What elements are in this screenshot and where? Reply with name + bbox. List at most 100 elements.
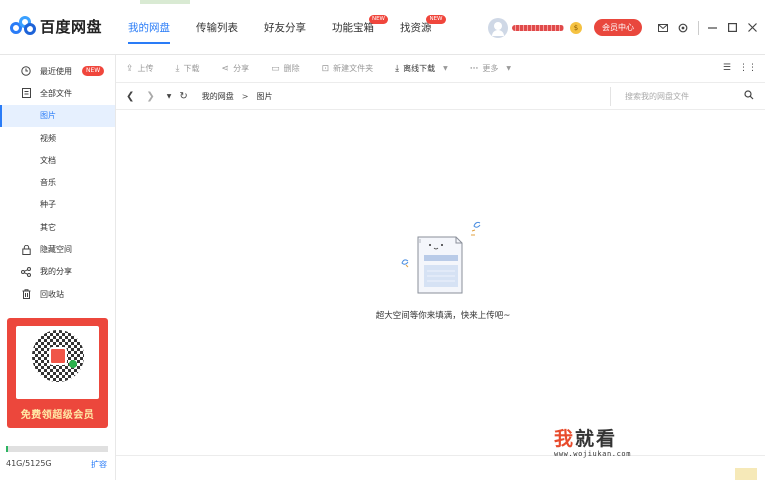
tab-toolbox[interactable]: 功能宝箱 NEW (332, 0, 388, 55)
search-box (610, 87, 758, 106)
more-button[interactable]: ··· 更多 ▼ (470, 63, 511, 74)
maximize-icon[interactable] (725, 21, 739, 35)
username-redacted[interactable] (512, 24, 564, 31)
new-folder-icon: ⊡ (321, 63, 330, 74)
lock-icon (21, 244, 31, 255)
vip-promo-banner[interactable]: 免费领超级会员 (7, 318, 108, 428)
watermark-accent: 我 (554, 428, 576, 450)
user-area: $ 会员中心 (488, 0, 765, 55)
sidebar-item-hidden-space[interactable]: 隐藏空间 (0, 238, 115, 260)
trash-icon (21, 289, 31, 300)
button-label: 更多 (482, 64, 499, 73)
sidebar-item-label: 图片 (40, 111, 56, 121)
tab-transfer-list[interactable]: 传输列表 (196, 0, 238, 55)
forward-button[interactable]: ❯ (146, 91, 154, 102)
new-badge: NEW (426, 15, 446, 24)
watermark-rest: 就看 (575, 428, 618, 450)
grid-view-icon[interactable]: ⋮⋮ (739, 63, 757, 73)
sidebar-item-my-shares[interactable]: 我的分享 (0, 261, 115, 283)
sidebar-item-label: 视频 (40, 133, 56, 143)
history-dropdown-icon[interactable]: ▼ (167, 93, 172, 100)
watermark-url: www.wojiukan.com (554, 450, 632, 458)
new-badge: NEW (82, 66, 105, 77)
breadcrumb-separator: > (241, 91, 249, 101)
button-label: 上传 (137, 64, 154, 73)
sidebar-item-label: 文档 (40, 155, 56, 165)
avatar[interactable] (488, 17, 508, 38)
corner-mark (735, 468, 757, 480)
button-label: 新建文件夹 (333, 64, 374, 73)
new-badge: NEW (368, 15, 388, 24)
sidebar-item-label: 其它 (40, 222, 56, 232)
button-label: 下载 (183, 64, 200, 73)
sidebar-item-recycle-bin[interactable]: 回收站 (0, 283, 115, 305)
expand-storage-link[interactable]: 扩容 (91, 459, 107, 470)
tab-label: 传输列表 (196, 22, 238, 34)
upload-icon: ⇪ (126, 63, 134, 74)
delete-button[interactable]: ▭ 删除 (271, 63, 300, 74)
download-button[interactable]: ⤓ 下载 (176, 63, 200, 74)
offline-download-button[interactable]: ⤓ 离线下载 ▼ (395, 63, 448, 74)
breadcrumb-current: 图片 (256, 91, 273, 101)
app-name: 百度网盘 (40, 17, 103, 36)
sidebar-item-images[interactable]: 图片 (0, 104, 115, 128)
tab-find-resources[interactable]: 找资源 NEW (400, 0, 446, 55)
miniprogram-icon (69, 360, 77, 368)
minimize-icon[interactable] (705, 21, 719, 35)
download-icon: ⤓ (175, 63, 180, 74)
sidebar-item-videos[interactable]: 视频 (0, 127, 115, 149)
offline-download-icon: ⤓ (395, 63, 400, 74)
document-icon (21, 88, 31, 99)
sidebar-item-recent[interactable]: 最近使用 NEW (0, 60, 115, 82)
status-bar (116, 455, 765, 480)
chevron-down-icon: ▼ (443, 65, 448, 72)
coin-icon[interactable]: $ (570, 21, 582, 34)
vip-center-button[interactable]: 会员中心 (594, 19, 642, 36)
share-icon: ⋖ (221, 63, 230, 74)
sidebar-item-music[interactable]: 音乐 (0, 171, 115, 193)
breadcrumb-root[interactable]: 我的网盘 (202, 91, 234, 102)
storage-bar (6, 446, 108, 452)
close-icon[interactable] (745, 21, 759, 35)
view-controls: ☰ ⋮⋮ (715, 63, 757, 73)
empty-state-message: 超大空间等你来填满，快来上传吧~ (375, 311, 511, 321)
button-label: 分享 (233, 64, 250, 73)
tab-my-disk[interactable]: 我的网盘 (128, 0, 170, 55)
main-nav: 我的网盘 传输列表 好友分享 功能宝箱 NEW 找资源 NEW (128, 0, 458, 55)
tab-friend-share[interactable]: 好友分享 (264, 0, 306, 55)
empty-folder-illustration (400, 215, 490, 295)
sidebar-item-label: 隐藏空间 (40, 245, 72, 255)
sidebar: 最近使用 NEW 全部文件 图片 视频 文档 音乐 种子 其它 隐藏空间 我的分… (0, 55, 116, 480)
sidebar-item-label: 回收站 (40, 289, 64, 299)
tab-label: 好友分享 (264, 22, 306, 34)
search-input[interactable] (625, 92, 735, 101)
chevron-down-icon: ▼ (506, 65, 511, 72)
settings-icon[interactable] (676, 21, 690, 35)
back-button[interactable]: ❮ (126, 91, 134, 102)
site-watermark: 我就看 www.wojiukan.com (554, 428, 669, 458)
refresh-icon[interactable]: ↻ (179, 91, 187, 102)
clock-icon (21, 66, 31, 76)
storage-bar-fill (6, 446, 9, 452)
sidebar-item-all-files[interactable]: 全部文件 (0, 82, 115, 104)
tab-label: 功能宝箱 (332, 22, 374, 34)
app-window: 百度网盘 我的网盘 传输列表 好友分享 功能宝箱 NEW 找资源 NEW $ 会员中… (0, 0, 765, 480)
new-folder-button[interactable]: ⊡ 新建文件夹 (322, 63, 374, 74)
search-icon[interactable] (744, 90, 754, 103)
sort-icon[interactable]: ☰ (723, 63, 731, 73)
share-icon (21, 266, 31, 277)
sidebar-item-label: 种子 (40, 200, 56, 210)
qr-code (16, 326, 99, 399)
button-label: 离线下载 (403, 64, 436, 73)
mail-icon[interactable] (656, 21, 670, 35)
share-button[interactable]: ⋖ 分享 (222, 63, 250, 74)
promo-text: 免费领超级会员 (20, 410, 95, 421)
more-icon: ··· (469, 63, 479, 74)
sidebar-item-documents[interactable]: 文档 (0, 149, 115, 171)
upload-button[interactable]: ⇪ 上传 (126, 63, 154, 74)
app-logo: 百度网盘 (10, 14, 102, 38)
sidebar-item-other[interactable]: 其它 (0, 216, 115, 238)
delete-icon: ▭ (271, 63, 280, 74)
sidebar-item-torrents[interactable]: 种子 (0, 194, 115, 216)
cloud-logo-icon (10, 16, 36, 36)
